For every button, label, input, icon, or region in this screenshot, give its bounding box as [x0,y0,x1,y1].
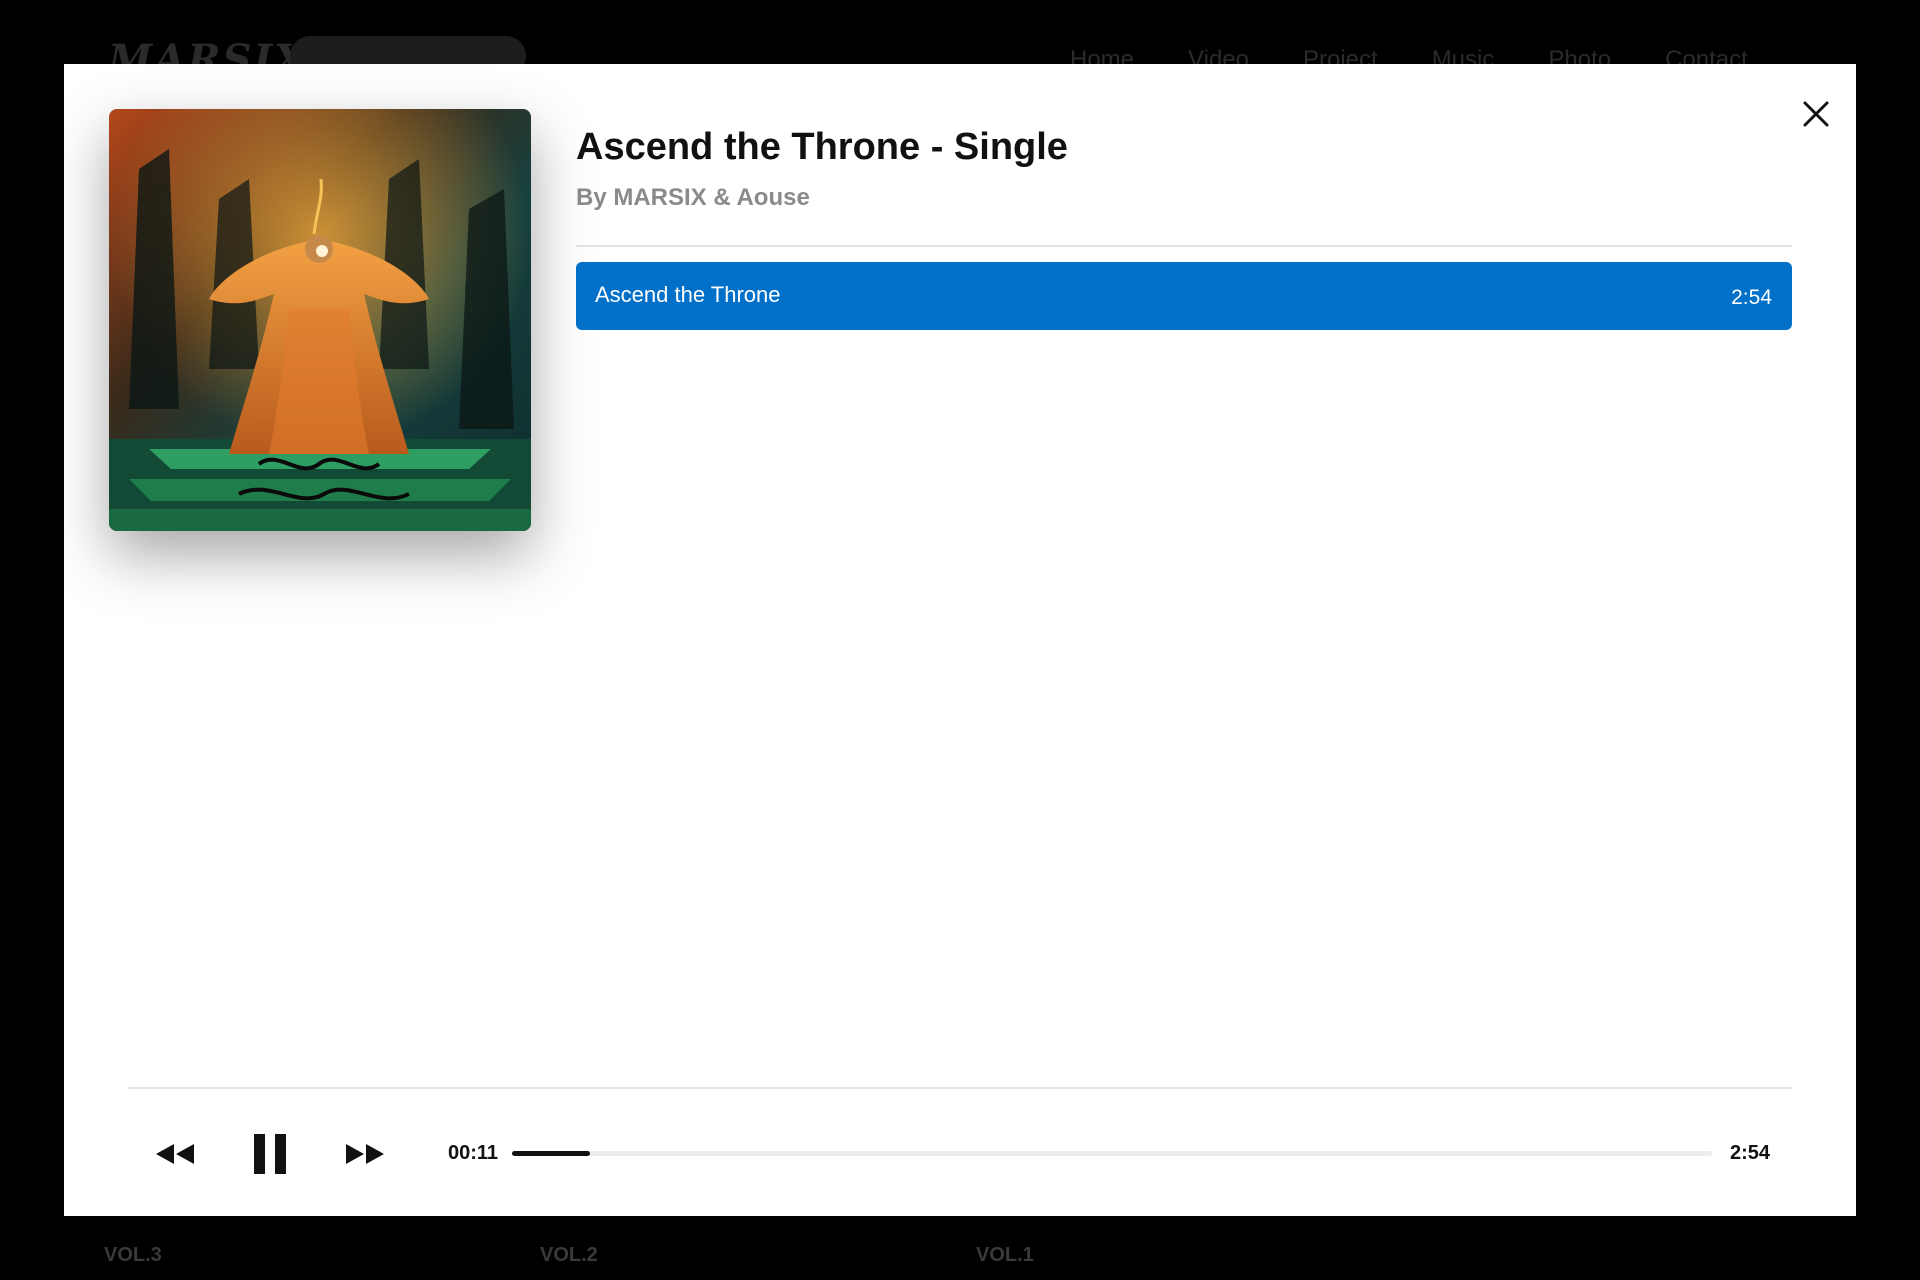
background-header: MARSIX Home Video Project Music Photo Co… [0,0,1920,83]
album-artist: By MARSIX & Aouse [576,184,810,211]
track-row-active[interactable]: Ascend the Throne 2:54 [576,262,1792,330]
progress-bar[interactable] [512,1151,1712,1156]
total-time: 2:54 [1730,1142,1771,1164]
track-duration: 2:54 [1731,286,1772,309]
fast-forward-icon [346,1144,384,1164]
pause-button[interactable] [252,1132,288,1176]
close-icon [1803,101,1829,127]
track-title: Ascend the Throne [595,282,781,307]
header-divider [576,245,1792,247]
album-modal: Ascend the Throne - Single By MARSIX & A… [64,64,1856,1216]
vol-2-label: VOL.2 [540,1244,598,1266]
rewind-icon [156,1144,194,1164]
current-time: 00:11 [448,1142,499,1164]
album-title: Ascend the Throne - Single [576,126,1068,168]
vol-3-label: VOL.3 [104,1244,162,1266]
close-button[interactable] [1794,92,1838,136]
album-cover [109,109,531,531]
progress-fill [512,1151,590,1156]
player-divider [128,1087,1792,1089]
vol-1-label: VOL.1 [976,1244,1034,1266]
pause-icon [254,1134,286,1174]
volume-labels: VOL.3 VOL.2 VOL.1 [0,1244,1920,1274]
fast-forward-button[interactable] [344,1138,388,1170]
rewind-button[interactable] [152,1138,196,1170]
